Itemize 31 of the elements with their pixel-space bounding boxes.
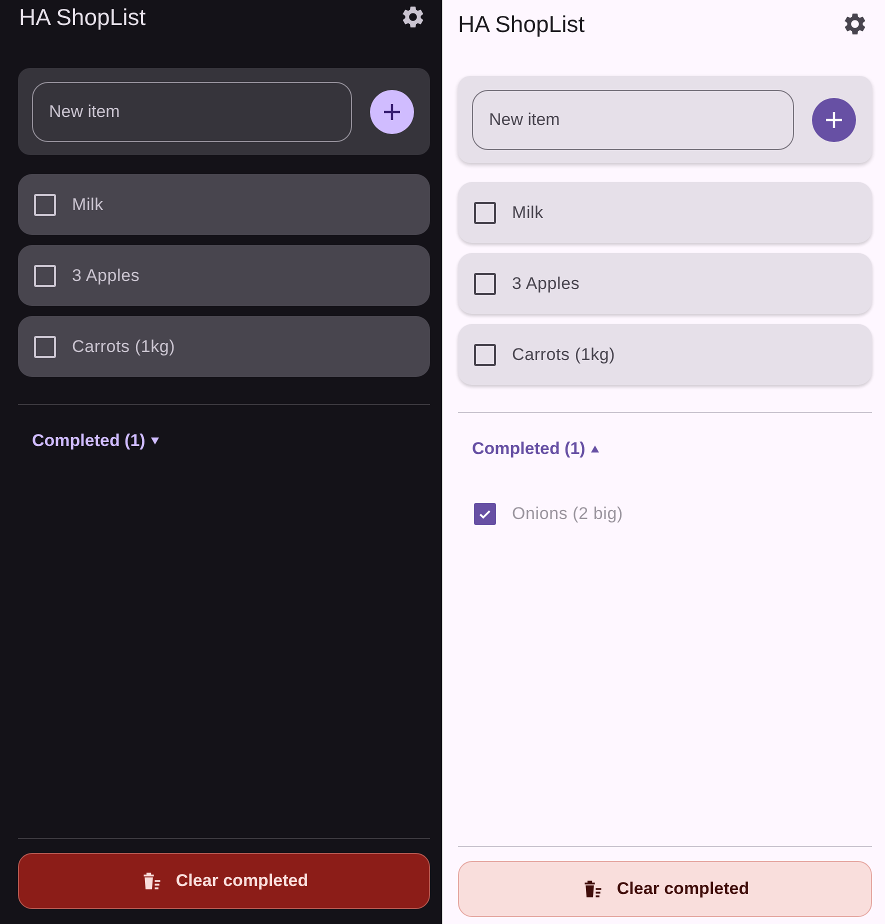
- app-title: HA ShopList: [458, 10, 585, 38]
- checkbox[interactable]: [474, 503, 496, 525]
- item-label: Carrots (1kg): [72, 336, 176, 356]
- list-item[interactable]: 3 Apples: [18, 245, 430, 306]
- item-label: 3 Apples: [512, 274, 580, 294]
- checkbox[interactable]: [474, 272, 496, 294]
- clear-completed-button[interactable]: Clear completed: [458, 861, 872, 917]
- new-item-field[interactable]: New item: [472, 90, 794, 150]
- app-title: HA ShopList: [19, 4, 146, 30]
- caret-icon: [590, 444, 600, 454]
- item-label: Onions (2 big): [512, 504, 623, 524]
- list-item[interactable]: 3 Apples: [458, 253, 872, 314]
- item-label: 3 Apples: [72, 266, 140, 286]
- list-item[interactable]: Carrots (1kg): [458, 324, 872, 385]
- completed-toggle[interactable]: Completed (1): [472, 438, 872, 460]
- add-button[interactable]: [370, 90, 414, 134]
- list-item[interactable]: Milk: [18, 174, 430, 235]
- checkbox[interactable]: [474, 344, 496, 366]
- completed-toggle[interactable]: Completed (1): [32, 430, 430, 452]
- new-item-field[interactable]: New item: [32, 82, 352, 142]
- settings-icon[interactable]: [842, 11, 868, 37]
- settings-icon[interactable]: [400, 4, 426, 30]
- list-item[interactable]: Milk: [458, 182, 872, 243]
- clear-completed-button[interactable]: Clear completed: [18, 853, 430, 909]
- caret-icon: [150, 436, 160, 446]
- add-button[interactable]: [812, 98, 856, 142]
- item-label: Milk: [512, 202, 544, 222]
- list-item[interactable]: Carrots (1kg): [18, 316, 430, 377]
- checkbox[interactable]: [474, 202, 496, 224]
- item-label: Milk: [72, 194, 104, 214]
- item-label: Carrots (1kg): [512, 344, 616, 364]
